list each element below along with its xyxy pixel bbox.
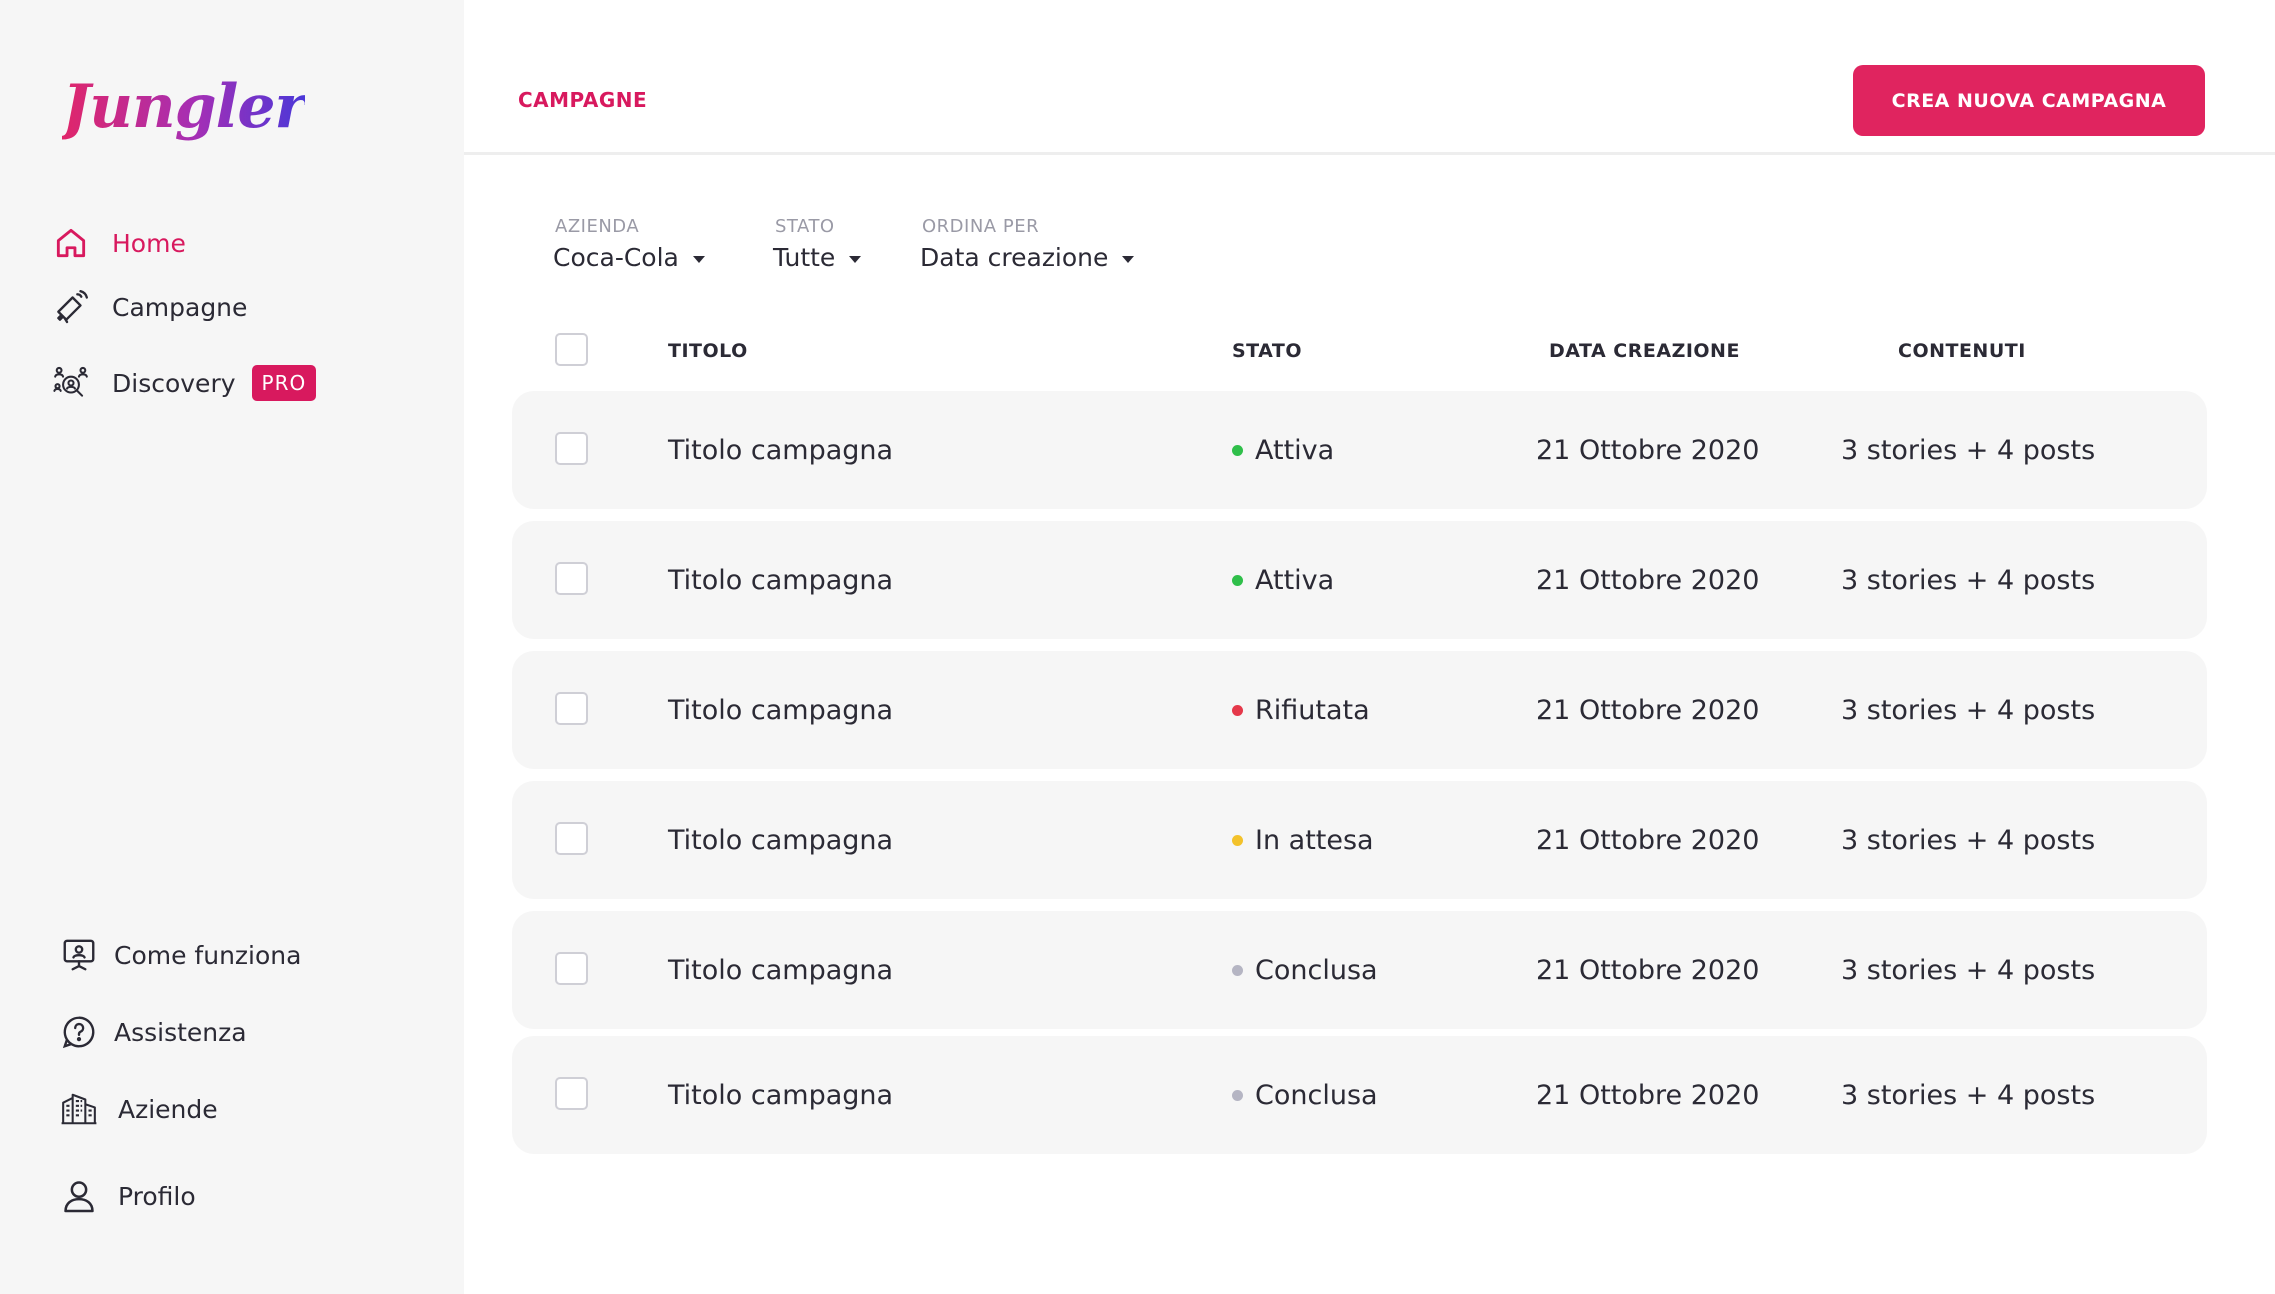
pro-badge: PRO xyxy=(251,365,317,401)
row-checkbox[interactable] xyxy=(555,822,588,855)
select-all-checkbox[interactable] xyxy=(555,333,588,366)
table-header: TITOLO STATO DATA CREAZIONE CONTENUTI xyxy=(0,330,2275,370)
row-date: 21 Ottobre 2020 xyxy=(1536,434,1760,466)
filter-label: AZIENDA xyxy=(555,216,640,237)
status-dot xyxy=(1232,704,1243,716)
row-contents: 3 stories + 4 posts xyxy=(1841,564,2096,596)
column-header-stato[interactable]: STATO xyxy=(1232,340,1302,362)
building-icon xyxy=(58,1088,100,1130)
sidebar-item-label: Come funziona xyxy=(114,940,302,970)
sidebar: Jungler Home Campagne Discovery PRO Come… xyxy=(0,0,464,1294)
caret-down-icon xyxy=(692,256,705,263)
row-date: 21 Ottobre 2020 xyxy=(1536,954,1760,986)
status-label: Attiva xyxy=(1255,564,1335,596)
sidebar-item-label: Assistenza xyxy=(114,1017,247,1047)
row-checkbox[interactable] xyxy=(555,1077,588,1110)
status-dot xyxy=(1232,964,1243,976)
row-contents: 3 stories + 4 posts xyxy=(1841,1079,2096,1111)
row-date: 21 Ottobre 2020 xyxy=(1536,824,1760,856)
breadcrumb[interactable]: CAMPAGNE xyxy=(518,88,647,112)
status-label: Conclusa xyxy=(1255,1079,1378,1111)
sidebar-item-label: Profilo xyxy=(118,1181,196,1211)
status-label: In attesa xyxy=(1255,824,1374,856)
filter-value: Data creazione xyxy=(920,243,1109,272)
column-header-titolo[interactable]: TITOLO xyxy=(668,340,748,362)
filter-label: STATO xyxy=(775,216,835,237)
home-icon xyxy=(50,222,92,264)
top-header: CAMPAGNE CREA NUOVA CAMPAGNA xyxy=(464,0,2275,155)
row-checkbox[interactable] xyxy=(555,562,588,595)
row-checkbox[interactable] xyxy=(555,952,588,985)
create-campaign-button[interactable]: CREA NUOVA CAMPAGNA xyxy=(1853,65,2205,136)
row-checkbox[interactable] xyxy=(555,432,588,465)
filter-value: Tutte xyxy=(773,243,836,272)
filter-label: ORDINA PER xyxy=(922,216,1040,237)
status-label: Conclusa xyxy=(1255,954,1378,986)
row-title: Titolo campagna xyxy=(668,694,894,726)
sidebar-item-aziende[interactable]: Aziende xyxy=(58,1088,218,1130)
status-dot xyxy=(1232,834,1243,846)
column-header-data-creazione[interactable]: DATA CREAZIONE xyxy=(1549,340,1740,362)
table-row[interactable]: Titolo campagna Rifiutata 21 Ottobre 202… xyxy=(512,651,2207,769)
row-title: Titolo campagna xyxy=(668,434,894,466)
sidebar-item-campagne[interactable]: Campagne xyxy=(50,286,247,328)
filter-value: Coca-Cola xyxy=(553,243,679,272)
sidebar-item-label: Campagne xyxy=(112,292,248,322)
row-title: Titolo campagna xyxy=(668,564,894,596)
status-dot xyxy=(1232,444,1243,456)
app-logo[interactable]: Jungler xyxy=(62,72,306,142)
row-contents: 3 stories + 4 posts xyxy=(1841,434,2096,466)
sidebar-item-assistenza[interactable]: Assistenza xyxy=(58,1011,247,1053)
caret-down-icon xyxy=(849,256,862,263)
table-row[interactable]: Titolo campagna Conclusa 21 Ottobre 2020… xyxy=(512,911,2207,1029)
megaphone-icon xyxy=(50,286,92,328)
row-contents: 3 stories + 4 posts xyxy=(1841,954,2096,986)
sidebar-item-label: Discovery xyxy=(112,368,236,398)
table-row[interactable]: Titolo campagna Conclusa 21 Ottobre 2020… xyxy=(512,1036,2207,1154)
row-date: 21 Ottobre 2020 xyxy=(1536,564,1760,596)
column-header-contenuti[interactable]: CONTENUTI xyxy=(1898,340,2026,362)
filter-azienda[interactable]: AZIENDA Coca-Cola xyxy=(553,216,705,272)
status-dot xyxy=(1232,1089,1243,1101)
caret-down-icon xyxy=(1122,256,1135,263)
sidebar-item-home[interactable]: Home xyxy=(50,222,186,264)
filter-stato[interactable]: STATO Tutte xyxy=(773,216,862,272)
row-title: Titolo campagna xyxy=(668,824,894,856)
help-circle-icon xyxy=(58,1011,100,1053)
row-date: 21 Ottobre 2020 xyxy=(1536,1079,1760,1111)
presentation-icon xyxy=(58,934,100,976)
user-icon xyxy=(58,1175,100,1217)
sidebar-item-come-funziona[interactable]: Come funziona xyxy=(58,934,301,976)
status-label: Attiva xyxy=(1255,434,1335,466)
row-contents: 3 stories + 4 posts xyxy=(1841,694,2096,726)
filter-ordina-per[interactable]: ORDINA PER Data creazione xyxy=(920,216,1135,272)
sidebar-item-label: Home xyxy=(112,228,186,258)
table-row[interactable]: Titolo campagna In attesa 21 Ottobre 202… xyxy=(512,781,2207,899)
status-dot xyxy=(1232,574,1243,586)
row-checkbox[interactable] xyxy=(555,692,588,725)
row-title: Titolo campagna xyxy=(668,1079,894,1111)
row-date: 21 Ottobre 2020 xyxy=(1536,694,1760,726)
row-contents: 3 stories + 4 posts xyxy=(1841,824,2096,856)
sidebar-item-label: Aziende xyxy=(118,1094,218,1124)
status-label: Rifiutata xyxy=(1255,694,1370,726)
row-title: Titolo campagna xyxy=(668,954,894,986)
table-row[interactable]: Titolo campagna Attiva 21 Ottobre 2020 3… xyxy=(512,391,2207,509)
table-row[interactable]: Titolo campagna Attiva 21 Ottobre 2020 3… xyxy=(512,521,2207,639)
sidebar-item-profilo[interactable]: Profilo xyxy=(58,1175,196,1217)
